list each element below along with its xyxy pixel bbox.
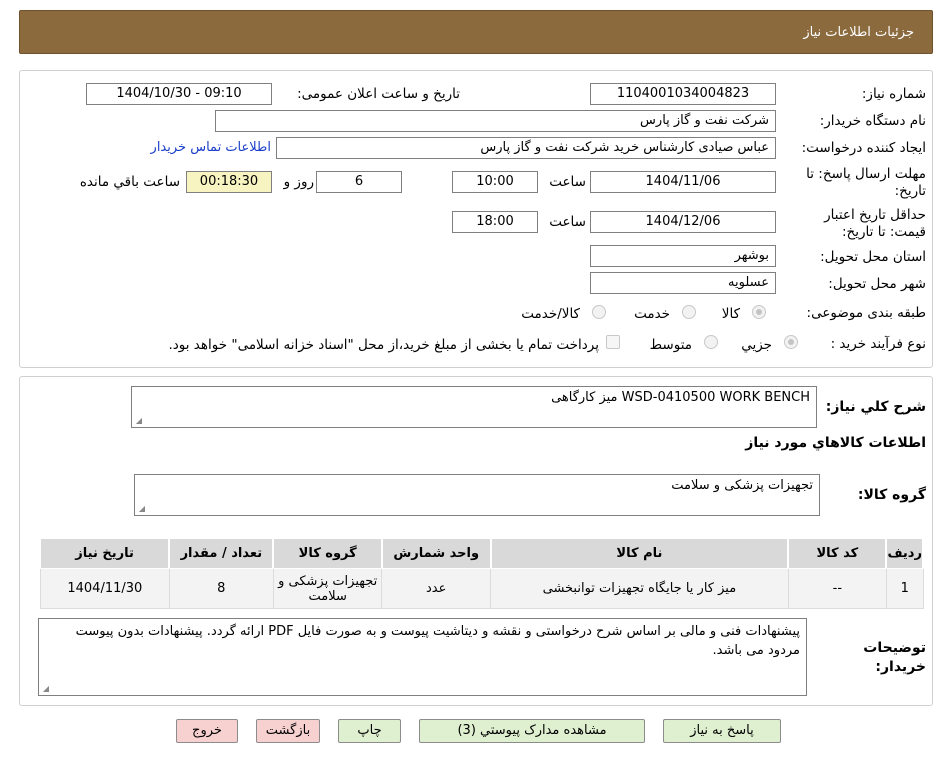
purchase-minor-label: جزیي — [741, 337, 772, 353]
validity-date-field: 1404/12/06 — [590, 211, 776, 233]
days-label: روز و — [283, 174, 314, 190]
back-button[interactable]: بازگشت — [256, 719, 320, 743]
items-table: تاریخ نیاز تعداد / مقدار گروه کالا واحد … — [40, 538, 924, 609]
purchase-medium-label: متوسط — [649, 337, 692, 353]
remaining-label: ساعت باقي مانده — [79, 174, 180, 190]
creator-label: ایجاد کننده درخواست: — [801, 140, 926, 156]
validity-label: حداقل تاریخ اعتبار — [824, 207, 926, 223]
deadline-label-2: تاریخ: — [894, 183, 926, 199]
purchase-minor-radio[interactable] — [784, 335, 798, 349]
table-row: 1404/11/30 8 تجهیزات پزشکی و سلامت عدد م… — [40, 568, 924, 609]
buyer-contact-link[interactable]: اطلاعات تماس خریدار — [151, 140, 271, 155]
buyer-org-field: شرکت نفت و گاز پارس — [215, 110, 776, 132]
creator-field: عباس صیادی کارشناس خرید شرکت نفت و گاز پ… — [276, 137, 776, 159]
goods-group-text: تجهیزات پزشکی و سلامت — [671, 478, 813, 493]
page-title: جزئیات اطلاعات نیاز — [803, 25, 914, 40]
purchase-medium-radio[interactable] — [704, 335, 718, 349]
category-goods-service-radio[interactable] — [592, 305, 606, 319]
col-goods-group: گروه کالا — [272, 538, 383, 569]
province-label: استان محل تحویل: — [820, 249, 926, 265]
cell-unit: عدد — [381, 568, 491, 609]
general-desc-label: شرح كلي نياز: — [825, 399, 926, 415]
general-desc-text: میز کارگاهی WSD-0410500 WORK BENCH — [551, 390, 810, 405]
province-field: بوشهر — [590, 245, 776, 267]
category-service-label: خدمت — [634, 306, 670, 322]
col-goods-name: نام کالا — [490, 538, 790, 569]
category-goods-service-label: کالا/خدمت — [521, 306, 580, 322]
notes-label: توضیحات — [863, 640, 926, 656]
purchase-type-label: نوع فرآیند خرید : — [830, 336, 926, 352]
deadline-time-label: ساعت — [549, 174, 586, 190]
goods-group-label: گروه کالا: — [857, 487, 926, 503]
resize-grip-icon[interactable]: ◢ — [41, 685, 49, 693]
general-desc-textarea[interactable]: میز کارگاهی WSD-0410500 WORK BENCH ◢ — [131, 386, 817, 428]
city-field: عسلویه — [590, 272, 776, 294]
cell-goods-name: میز کار یا جایگاه تجهیزات توانبخشی — [490, 568, 789, 609]
treasury-checkbox[interactable] — [606, 335, 620, 349]
col-row: ردیف — [885, 538, 924, 569]
col-need-date: تاریخ نیاز — [40, 538, 171, 569]
category-label: طبقه بندی موضوعی: — [806, 305, 926, 321]
days-field: 6 — [316, 171, 402, 193]
page-header: جزئیات اطلاعات نیاز — [19, 10, 933, 54]
category-service-radio[interactable] — [682, 305, 696, 319]
resize-grip-icon[interactable]: ◢ — [137, 505, 145, 513]
treasury-note: پرداخت تمام یا بخشی از مبلغ خرید،از محل … — [168, 337, 599, 353]
announce-field: 1404/10/30 - 09:10 — [86, 83, 272, 105]
view-attachments-button[interactable]: مشاهده مدارک پیوستي (3) — [419, 719, 645, 743]
print-button[interactable]: چاپ — [338, 719, 401, 743]
notes-label-2: خریدار: — [875, 659, 926, 675]
cell-goods-group: تجهیزات پزشکی و سلامت — [272, 568, 383, 609]
notes-text: پیشنهادات فنی و مالی بر اساس شرح درخواست… — [75, 624, 800, 658]
resize-grip-icon[interactable]: ◢ — [134, 417, 142, 425]
cell-goods-code: -- — [787, 568, 887, 609]
col-unit: واحد شمارش — [381, 538, 492, 569]
goods-info-title: اطلاعات كالاهاي مورد نياز — [745, 435, 926, 451]
buyer-org-label: نام دستگاه خریدار: — [819, 113, 926, 129]
city-label: شهر محل تحویل: — [828, 276, 926, 292]
table-header-row: تاریخ نیاز تعداد / مقدار گروه کالا واحد … — [40, 538, 924, 569]
need-number-field: 1104001034004823 — [590, 83, 776, 105]
announce-label: تاریخ و ساعت اعلان عمومی: — [297, 86, 460, 102]
col-goods-code: کد کالا — [787, 538, 888, 569]
deadline-date-field: 1404/11/06 — [590, 171, 776, 193]
col-quantity: تعداد / مقدار — [168, 538, 275, 569]
validity-time-field: 18:00 — [452, 211, 538, 233]
exit-button[interactable]: خروج — [176, 719, 238, 743]
validity-label-2: قیمت: تا تاریخ: — [842, 224, 926, 240]
deadline-label: مهلت ارسال پاسخ: تا — [806, 166, 926, 182]
notes-textarea[interactable]: پیشنهادات فنی و مالی بر اساس شرح درخواست… — [38, 618, 807, 696]
category-goods-radio[interactable] — [752, 305, 766, 319]
goods-group-textarea[interactable]: تجهیزات پزشکی و سلامت ◢ — [134, 474, 820, 516]
category-goods-label: کالا — [721, 306, 740, 322]
validity-time-label: ساعت — [549, 214, 586, 230]
cell-row: 1 — [885, 568, 924, 609]
need-number-label: شماره نیاز: — [861, 86, 926, 102]
reply-button[interactable]: پاسخ به نیاز — [663, 719, 781, 743]
cell-quantity: 8 — [168, 568, 274, 609]
cell-need-date: 1404/11/30 — [40, 568, 170, 609]
deadline-time-field: 10:00 — [452, 171, 538, 193]
remaining-time-field: 00:18:30 — [186, 171, 272, 193]
